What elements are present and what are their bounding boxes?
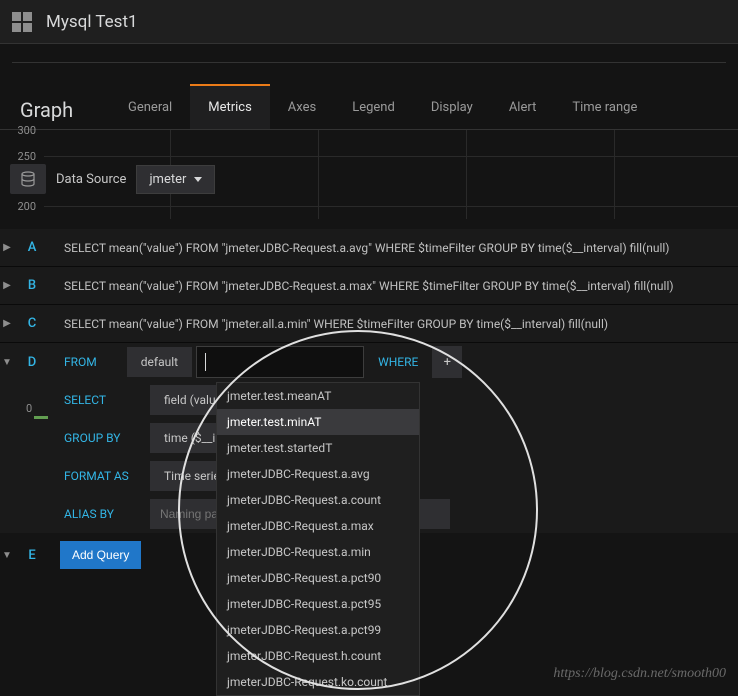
dropdown-item[interactable]: jmeterJDBC-Request.a.pct99	[217, 617, 419, 643]
query-sql-a[interactable]: SELECT mean("value") FROM "jmeterJDBC-Re…	[50, 241, 738, 255]
dropdown-item[interactable]: jmeter.test.startedT	[217, 435, 419, 461]
tab-alert[interactable]: Alert	[491, 86, 555, 129]
formatas-label: FORMAT AS	[50, 469, 150, 483]
query-d-from-row: ▼ D FROM default WHERE +	[0, 343, 738, 381]
query-letter-c[interactable]: C	[14, 316, 50, 331]
query-sql-c[interactable]: SELECT mean("value") FROM "jmeter.all.a.…	[50, 317, 738, 331]
query-letter-b[interactable]: B	[14, 278, 50, 293]
y-tick-250: 250	[17, 150, 36, 163]
query-row-c: ▶ C SELECT mean("value") FROM "jmeter.al…	[0, 305, 738, 343]
where-label: WHERE	[364, 355, 432, 369]
query-letter-a[interactable]: A	[14, 240, 50, 255]
tab-general[interactable]: General	[110, 86, 190, 129]
datasource-row: Data Source jmeter	[10, 164, 215, 194]
tab-timerange[interactable]: Time range	[554, 86, 655, 129]
dropdown-item[interactable]: jmeterJDBC-Request.h.count	[217, 643, 419, 669]
y-tick-zero: 0	[26, 402, 32, 415]
add-where-button[interactable]: +	[432, 346, 462, 378]
add-query-button[interactable]: Add Query	[60, 541, 141, 569]
dropdown-item[interactable]: jmeterJDBC-Request.a.max	[217, 513, 419, 539]
database-icon[interactable]	[10, 164, 46, 194]
from-label: FROM	[50, 355, 111, 369]
dropdown-item[interactable]: jmeterJDBC-Request.a.avg	[217, 461, 419, 487]
datasource-label: Data Source	[56, 172, 126, 187]
divider	[12, 62, 726, 63]
query-letter-e[interactable]: E	[14, 548, 50, 563]
dashboard-icon[interactable]	[12, 12, 32, 32]
dashboard-title[interactable]: Mysql Test1	[46, 12, 138, 32]
dropdown-item[interactable]: jmeterJDBC-Request.ko.count	[217, 669, 419, 695]
collapse-toggle[interactable]: ▶	[0, 267, 14, 305]
tabs: General Metrics Axes Legend Display Aler…	[0, 81, 738, 129]
from-policy[interactable]: default	[127, 347, 192, 377]
query-row-a: ▶ A SELECT mean("value") FROM "jmeterJDB…	[0, 229, 738, 267]
tab-axes[interactable]: Axes	[270, 86, 334, 129]
query-sql-b[interactable]: SELECT mean("value") FROM "jmeterJDBC-Re…	[50, 279, 738, 293]
groupby-label: GROUP BY	[50, 431, 150, 445]
collapse-toggle[interactable]: ▼	[0, 536, 14, 574]
chart-preview: 300 250 200 Data Source jmeter	[0, 129, 738, 219]
dropdown-item[interactable]: jmeterJDBC-Request.a.pct95	[217, 591, 419, 617]
dropdown-item[interactable]: jmeterJDBC-Request.a.min	[217, 539, 419, 565]
topbar: Mysql Test1	[0, 0, 738, 44]
legend-color-marker	[34, 416, 48, 419]
tab-display[interactable]: Display	[413, 86, 491, 129]
caret-down-icon	[194, 177, 202, 182]
query-row-b: ▶ B SELECT mean("value") FROM "jmeterJDB…	[0, 267, 738, 305]
from-measurement-input[interactable]	[196, 346, 364, 378]
dropdown-item[interactable]: jmeterJDBC-Request.a.pct90	[217, 565, 419, 591]
datasource-value: jmeter	[149, 172, 186, 187]
collapse-toggle[interactable]: ▶	[0, 305, 14, 343]
datasource-select[interactable]: jmeter	[136, 165, 215, 194]
y-tick-200: 200	[17, 200, 36, 213]
select-label: SELECT	[50, 393, 150, 407]
dropdown-item[interactable]: jmeterJDBC-Request.a.count	[217, 487, 419, 513]
query-letter-d[interactable]: D	[14, 355, 50, 370]
aliasby-label: ALIAS BY	[50, 507, 150, 521]
tab-legend[interactable]: Legend	[334, 86, 413, 129]
y-tick-300: 300	[17, 124, 36, 137]
dropdown-item[interactable]: jmeter.test.meanAT	[217, 383, 419, 409]
watermark: https://blog.csdn.net/smooth00	[553, 666, 726, 682]
collapse-toggle[interactable]: ▶	[0, 229, 14, 267]
dropdown-item[interactable]: jmeter.test.minAT	[217, 409, 419, 435]
tab-metrics[interactable]: Metrics	[190, 84, 270, 129]
measurement-dropdown: jmeter.test.meanAT jmeter.test.minAT jme…	[216, 382, 420, 696]
collapse-toggle[interactable]: ▼	[0, 343, 14, 381]
